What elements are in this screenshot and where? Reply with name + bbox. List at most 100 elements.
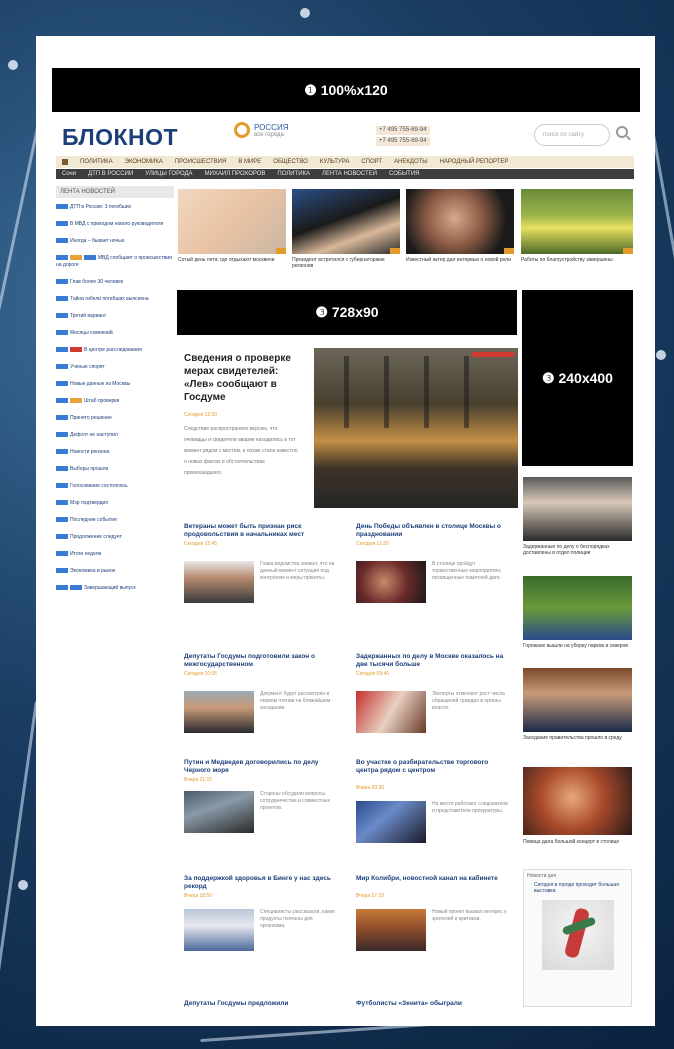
category-tag: [84, 255, 96, 261]
feed-item[interactable]: Новые данные из Москвы: [56, 381, 174, 388]
side-news-caption[interactable]: Задержанные по делу о беспорядках достав…: [523, 544, 632, 556]
nav-item[interactable]: СПОРТ: [361, 159, 382, 165]
news-title[interactable]: За поддержкой здоровья в Бинге у нас зде…: [184, 875, 339, 891]
category-tag: [56, 500, 68, 506]
subnav-item[interactable]: ЛЕНТА НОВОСТЕЙ: [322, 171, 377, 177]
feed-item[interactable]: Новости региона: [56, 449, 174, 456]
news-thumbnail[interactable]: [356, 691, 426, 733]
top-news-caption[interactable]: Сотый день лета: где отдыхают москвичи: [178, 257, 286, 263]
news-title[interactable]: Футболисты «Зенита» обыграли: [356, 1000, 511, 1008]
feed-item[interactable]: Ученые спорят: [56, 364, 174, 371]
feed-item[interactable]: Тайна гибели погибших выяснена: [56, 296, 174, 303]
feed-item[interactable]: В центре расследования: [56, 347, 174, 354]
news-text: Документ будет рассмотрен в первом чтени…: [260, 691, 331, 711]
photo-badge: [504, 248, 514, 254]
feed-item[interactable]: Глав более 30 человек: [56, 279, 174, 286]
news-title[interactable]: Во участке о разбирательстве торгового ц…: [356, 759, 511, 775]
nav-item[interactable]: ОБЩЕСТВО: [273, 159, 308, 165]
nav-item[interactable]: ПОЛИТИКА: [80, 159, 113, 165]
top-news-caption[interactable]: Известный актер дал интервью о новой рол…: [406, 257, 514, 263]
top-news-caption[interactable]: Президент встретился с губернаторами рег…: [292, 257, 400, 269]
news-title[interactable]: Депутаты Госдумы подготовили закон о меж…: [184, 653, 339, 669]
feed-item[interactable]: Месяцы сомнений: [56, 330, 174, 337]
news-text: Глава ведомства заявил, что на данный мо…: [260, 561, 335, 581]
feed-item[interactable]: Итоги недели: [56, 551, 174, 558]
category-tag: [56, 449, 68, 455]
nav-item[interactable]: ЭКОНОМИКА: [125, 159, 163, 165]
news-title[interactable]: Путин и Медведев договорились по делу Че…: [184, 759, 339, 775]
photo-detail: [344, 356, 349, 428]
news-meta: Сегодня 09:40: [356, 671, 390, 677]
subnav-item[interactable]: СОБЫТИЯ: [389, 171, 419, 177]
news-title[interactable]: Депутаты Госдумы предложили: [184, 1000, 339, 1008]
region-selector[interactable]: РОССИЯ все города: [234, 122, 288, 138]
side-news-caption[interactable]: Заседание правительства прошло в среду: [523, 735, 632, 741]
ad-slot-728x90[interactable]: ❸ 728x90: [177, 290, 517, 335]
subnav-item[interactable]: УЛИЦЫ ГОРОДА: [145, 171, 192, 177]
widget-link[interactable]: Сегодня в городе проходит большая выстав…: [524, 882, 631, 894]
site-logo[interactable]: БЛОКНОТ: [62, 124, 178, 151]
top-news-photo[interactable]: [178, 189, 286, 254]
news-text: На месте работают следователи и представ…: [432, 801, 508, 814]
news-thumbnail[interactable]: [184, 791, 254, 833]
featured-title[interactable]: Сведения о проверке мерах свидетелей: «Л…: [184, 352, 304, 404]
top-news-caption[interactable]: Работы по благоустройству завершены: [521, 257, 629, 263]
subnav-item[interactable]: ПОЛИТИКА: [277, 171, 310, 177]
subnav-item[interactable]: ДТП В РОССИИ: [88, 171, 133, 177]
feed-item[interactable]: Голосование состоялось: [56, 483, 174, 490]
feed-item[interactable]: Принято решение: [56, 415, 174, 422]
category-tag: [56, 432, 68, 438]
search-icon[interactable]: [616, 126, 628, 138]
featured-photo[interactable]: [314, 348, 518, 508]
subnav-item[interactable]: МИХАИЛ ПРОХОРОВ: [205, 171, 266, 177]
feed-item[interactable]: Выборы прошли: [56, 466, 174, 473]
widget-image[interactable]: [542, 900, 614, 970]
ad-slot-top[interactable]: ❶ 100%x120: [52, 68, 640, 112]
nav-item[interactable]: АНЕКДОТЫ: [394, 159, 428, 165]
photo-detail: [384, 356, 389, 428]
side-news-caption[interactable]: Горожане вышли на уборку парков и скверо…: [523, 643, 632, 649]
search-input[interactable]: поиск по сайту: [534, 124, 610, 146]
news-title[interactable]: Задержанных по делу в Москве оказалось н…: [356, 653, 511, 669]
feed-item[interactable]: Продолжение следует: [56, 534, 174, 541]
side-news-caption[interactable]: Певица дала большой концерт в столице: [523, 839, 632, 845]
news-thumbnail[interactable]: [184, 691, 254, 733]
news-thumbnail[interactable]: [356, 801, 426, 843]
feed-item[interactable]: Завершающий выпуск: [56, 585, 174, 592]
featured-date: Сегодня 12:30: [184, 412, 218, 418]
news-title[interactable]: Мир Колибри, новостной канал на кабинете: [356, 875, 511, 883]
feed-item[interactable]: Штаб проверки: [56, 398, 174, 405]
side-news-photo[interactable]: [523, 576, 632, 640]
news-title[interactable]: День Победы объявлен в столице Москвы о …: [356, 523, 511, 539]
subnav-item[interactable]: Сочи: [62, 171, 76, 177]
feed-item[interactable]: В МВД с приходом нового руководителя: [56, 221, 174, 228]
feed-item[interactable]: Мэр подтвердил: [56, 500, 174, 507]
news-title[interactable]: Ветераны может быть признан риск продово…: [184, 523, 339, 539]
home-icon[interactable]: [62, 159, 68, 165]
side-news-photo[interactable]: [523, 668, 632, 732]
feed-item[interactable]: Экономика и рынок: [56, 568, 174, 575]
nav-item[interactable]: ПРОИСШЕСТВИЯ: [175, 159, 226, 165]
news-thumbnail[interactable]: [184, 909, 254, 951]
side-news-photo[interactable]: [523, 477, 632, 541]
nav-item[interactable]: НАРОДНЫЙ РЕПОРТЕР: [440, 159, 509, 165]
feed-item[interactable]: Последние события: [56, 517, 174, 524]
top-news-photo[interactable]: [292, 189, 400, 254]
category-tag: [70, 585, 82, 591]
ad-slot-240x400[interactable]: ❸ 240x400: [522, 290, 633, 466]
news-thumbnail[interactable]: [356, 561, 426, 603]
feed-item[interactable]: Третий вариант: [56, 313, 174, 320]
news-thumbnail[interactable]: [356, 909, 426, 951]
feed-item[interactable]: Иногда – бывает ночью: [56, 238, 174, 245]
top-news-photo[interactable]: [521, 189, 633, 254]
nav-item[interactable]: В МИРЕ: [238, 159, 261, 165]
nav-item[interactable]: КУЛЬТУРА: [320, 159, 350, 165]
category-tag: [70, 347, 82, 353]
feed-item[interactable]: Дефолт не наступил: [56, 432, 174, 439]
feed-item[interactable]: ДТП в России: 3 погибших: [56, 204, 174, 211]
top-news-photo[interactable]: [406, 189, 514, 254]
news-thumbnail[interactable]: [184, 561, 254, 603]
category-tag: [56, 238, 68, 244]
feed-item[interactable]: МВД сообщает о происшествии на дороге: [56, 255, 174, 269]
side-news-photo[interactable]: [523, 767, 632, 835]
